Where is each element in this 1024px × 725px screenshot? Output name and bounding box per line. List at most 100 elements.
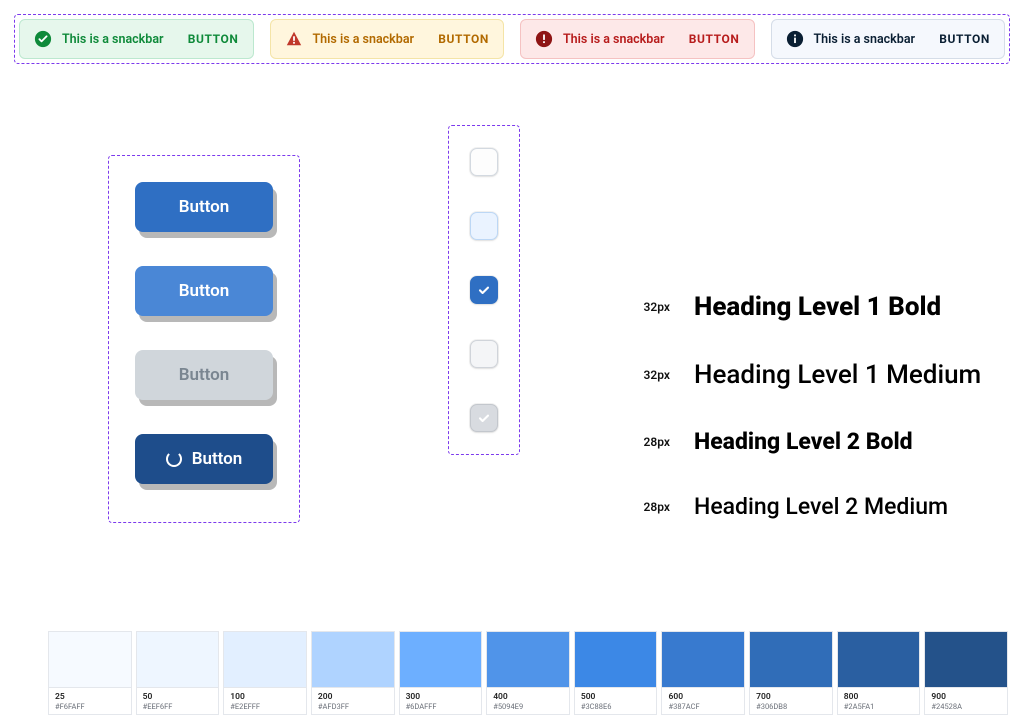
swatch-hex: #E2EFFF <box>230 702 300 711</box>
color-swatch[interactable]: 300#6DAFFF <box>399 631 483 715</box>
swatch-label: 500#3C88E6 <box>575 687 657 714</box>
type-size-label: 28px <box>630 435 670 449</box>
swatch-label: 50#EEF6FF <box>137 687 219 714</box>
swatch-name: 900 <box>931 692 1001 702</box>
snackbar-action-button[interactable]: BUTTON <box>689 32 740 46</box>
swatch-hex: #5094E9 <box>493 702 563 711</box>
color-swatch[interactable]: 200#AFD3FF <box>311 631 395 715</box>
button-label: Button <box>179 281 230 301</box>
swatch-name: 50 <box>143 692 213 702</box>
buttons-selection: Button Button Button Button <box>108 155 300 523</box>
button-disabled: Button <box>135 350 273 400</box>
typography-samples: 32px Heading Level 1 Bold 32px Heading L… <box>630 292 1010 558</box>
spinner-icon <box>166 451 182 467</box>
swatch-fill <box>312 632 394 687</box>
swatch-label: 400#5094E9 <box>487 687 569 714</box>
swatch-label: 900#24528A <box>925 687 1007 714</box>
snackbar-action-button[interactable]: BUTTON <box>188 32 239 46</box>
swatch-hex: #3C88E6 <box>581 702 651 711</box>
swatch-fill <box>575 632 657 687</box>
swatch-label: 200#AFD3FF <box>312 687 394 714</box>
swatch-name: 300 <box>406 692 476 702</box>
type-size-label: 28px <box>630 500 670 514</box>
snackbar-info[interactable]: This is a snackbar BUTTON <box>771 19 1006 59</box>
heading-1-bold: Heading Level 1 Bold <box>694 292 941 322</box>
swatch-name: 500 <box>581 692 651 702</box>
swatch-label: 25#F6FAFF <box>49 687 131 714</box>
swatch-fill <box>925 632 1007 687</box>
warning-icon <box>285 30 303 48</box>
checkbox-neutral[interactable] <box>470 340 498 368</box>
color-palette: 25#F6FAFF50#EEF6FF100#E2EFFF200#AFD3FF30… <box>48 631 1008 715</box>
color-swatch[interactable]: 25#F6FAFF <box>48 631 132 715</box>
swatch-fill <box>750 632 832 687</box>
swatch-label: 700#306DB8 <box>750 687 832 714</box>
swatch-name: 100 <box>230 692 300 702</box>
swatch-label: 800#2A5FA1 <box>838 687 920 714</box>
snackbar-message: This is a snackbar <box>313 32 429 47</box>
snackbar-warning[interactable]: This is a snackbar BUTTON <box>270 19 505 59</box>
color-swatch[interactable]: 400#5094E9 <box>486 631 570 715</box>
swatch-label: 600#387ACF <box>662 687 744 714</box>
color-swatch[interactable]: 600#387ACF <box>661 631 745 715</box>
swatch-hex: #6DAFFF <box>406 702 476 711</box>
swatch-fill <box>400 632 482 687</box>
snackbar-selection: This is a snackbar BUTTON This is a snac… <box>14 14 1010 64</box>
color-swatch[interactable]: 50#EEF6FF <box>136 631 220 715</box>
button-loading[interactable]: Button <box>135 434 273 484</box>
button-hover[interactable]: Button <box>135 266 273 316</box>
checkbox-selection <box>448 125 520 455</box>
checkbox-unchecked[interactable] <box>470 148 498 176</box>
swatch-name: 400 <box>493 692 563 702</box>
swatch-hex: #24528A <box>931 702 1001 711</box>
check-icon <box>476 410 492 426</box>
swatch-name: 200 <box>318 692 388 702</box>
swatch-hex: #F6FAFF <box>55 702 125 711</box>
swatch-hex: #AFD3FF <box>318 702 388 711</box>
snackbar-message: This is a snackbar <box>62 32 178 47</box>
heading-1-medium: Heading Level 1 Medium <box>694 360 981 390</box>
color-swatch[interactable]: 700#306DB8 <box>749 631 833 715</box>
checkbox-checked[interactable] <box>470 276 498 304</box>
swatch-hex: #2A5FA1 <box>844 702 914 711</box>
color-swatch[interactable]: 900#24528A <box>924 631 1008 715</box>
button-default[interactable]: Button <box>135 182 273 232</box>
swatch-fill <box>838 632 920 687</box>
snackbar-error[interactable]: This is a snackbar BUTTON <box>520 19 755 59</box>
success-icon <box>34 30 52 48</box>
snackbar-message: This is a snackbar <box>814 32 930 47</box>
color-swatch[interactable]: 500#3C88E6 <box>574 631 658 715</box>
swatch-name: 25 <box>55 692 125 702</box>
swatch-fill <box>137 632 219 687</box>
type-row: 28px Heading Level 2 Bold <box>630 428 1010 455</box>
color-swatch[interactable]: 100#E2EFFF <box>223 631 307 715</box>
type-row: 28px Heading Level 2 Medium <box>630 493 1010 520</box>
heading-2-bold: Heading Level 2 Bold <box>694 428 913 455</box>
swatch-name: 600 <box>668 692 738 702</box>
snackbar-success[interactable]: This is a snackbar BUTTON <box>19 19 254 59</box>
snackbar-action-button[interactable]: BUTTON <box>438 32 489 46</box>
button-label: Button <box>192 449 243 469</box>
button-label: Button <box>179 197 230 217</box>
swatch-fill <box>224 632 306 687</box>
type-row: 32px Heading Level 1 Medium <box>630 360 1010 390</box>
button-label: Button <box>179 365 230 385</box>
swatch-hex: #EEF6FF <box>143 702 213 711</box>
swatch-label: 100#E2EFFF <box>224 687 306 714</box>
snackbar-action-button[interactable]: BUTTON <box>939 32 990 46</box>
info-icon <box>786 30 804 48</box>
check-icon <box>476 282 492 298</box>
swatch-name: 800 <box>844 692 914 702</box>
type-size-label: 32px <box>630 300 670 314</box>
checkbox-disabled-checked <box>470 404 498 432</box>
color-swatch[interactable]: 800#2A5FA1 <box>837 631 921 715</box>
checkbox-hover[interactable] <box>470 212 498 240</box>
swatch-label: 300#6DAFFF <box>400 687 482 714</box>
snackbar-message: This is a snackbar <box>563 32 679 47</box>
swatch-hex: #306DB8 <box>756 702 826 711</box>
type-row: 32px Heading Level 1 Bold <box>630 292 1010 322</box>
heading-2-medium: Heading Level 2 Medium <box>694 493 948 520</box>
error-icon <box>535 30 553 48</box>
swatch-fill <box>487 632 569 687</box>
swatch-hex: #387ACF <box>668 702 738 711</box>
